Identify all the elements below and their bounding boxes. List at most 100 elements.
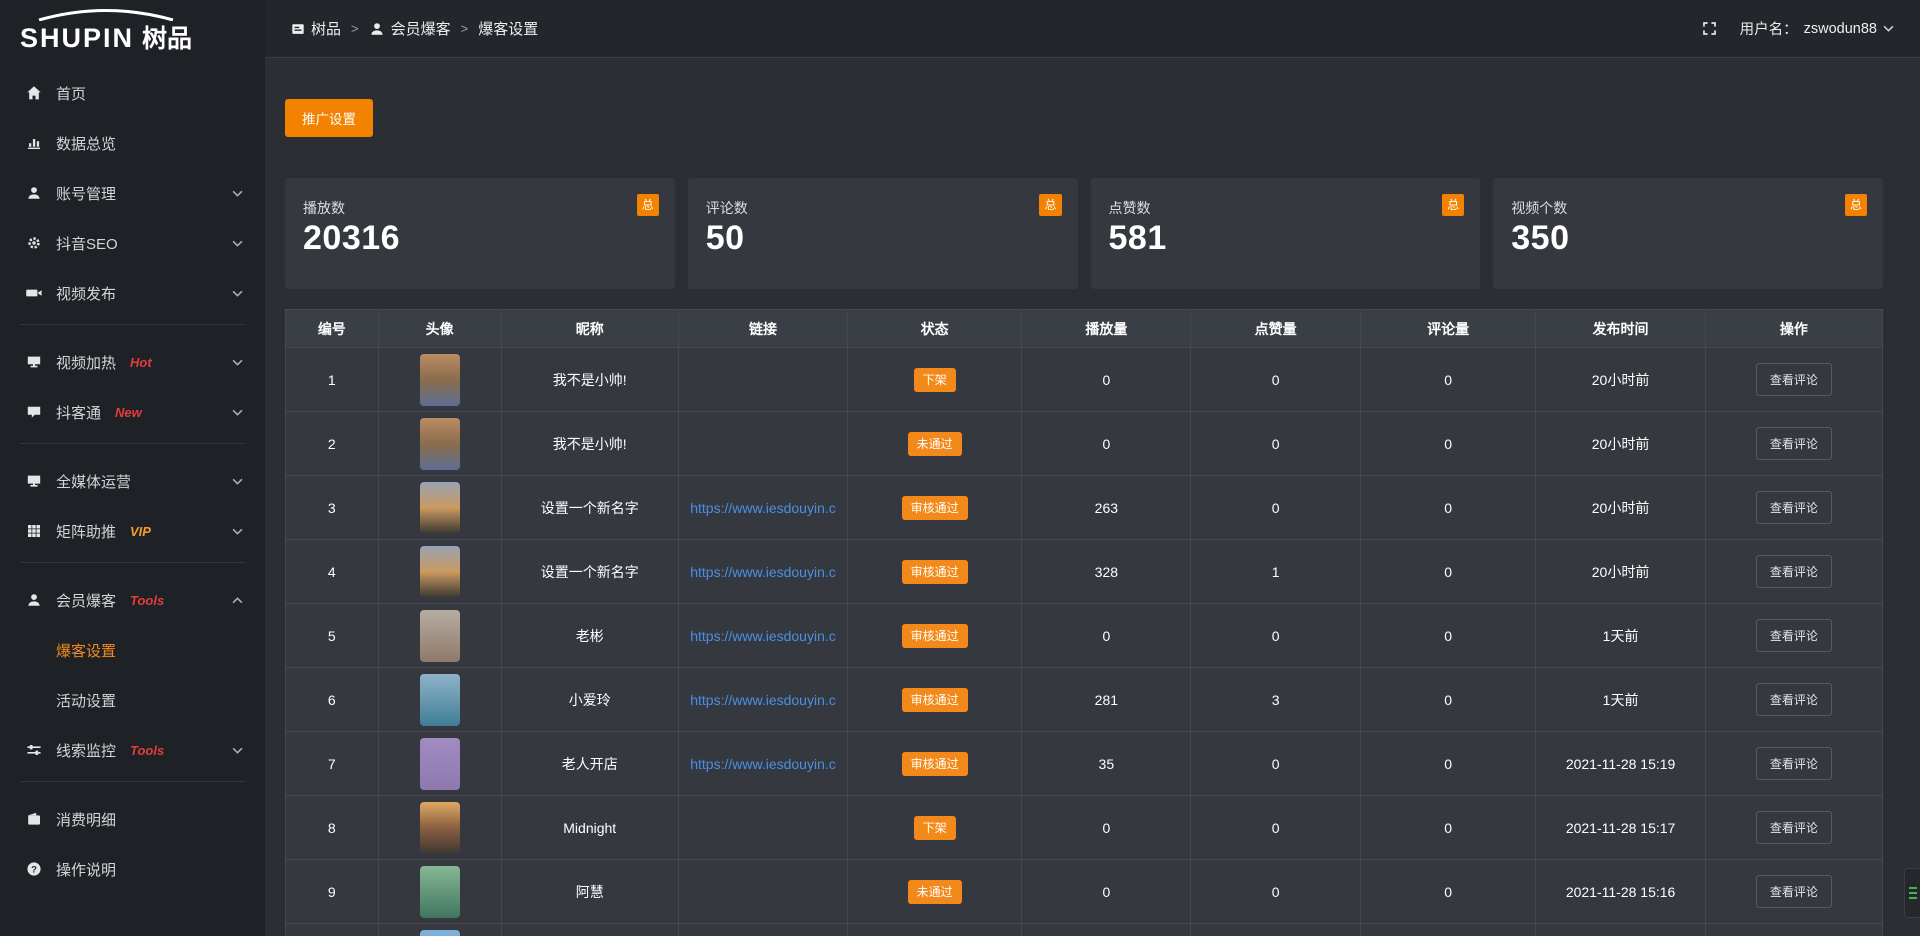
sidebar-item-account-manage[interactable]: 账号管理: [0, 168, 265, 218]
sidebar-item-label: 视频发布: [56, 283, 116, 304]
status-badge[interactable]: 审核通过: [902, 496, 968, 520]
cell-status: 审核通过: [848, 732, 1022, 796]
cell-nickname: [501, 924, 678, 936]
sidebar-subitem-baoke-settings[interactable]: 爆客设置: [0, 625, 265, 675]
cell-comments: 0: [1360, 604, 1536, 668]
cell-time: 2021-11-28 15:16: [1536, 860, 1705, 924]
sidebar-item-matrix-boost[interactable]: 矩阵助推VIP: [0, 506, 265, 556]
cell-status: 下架: [848, 796, 1022, 860]
sidebar-nav: 首页数据总览账号管理抖音SEO 视频发布视频加热Hot抖客通New 全媒体运营矩阵助…: [0, 64, 265, 894]
avatar: [420, 354, 460, 406]
chevron-down-icon: [232, 528, 243, 535]
cell-action: 查看评论: [1705, 348, 1882, 412]
sidebar-item-label: 抖客通: [56, 402, 101, 423]
breadcrumb-separator: >: [461, 21, 469, 36]
table-row: 5老彬https://www.iesdouyin.c审核通过0001天前查看评论: [286, 604, 1883, 668]
view-comments-button[interactable]: 查看评论: [1756, 683, 1832, 716]
sidebar-item-label: 数据总览: [56, 133, 116, 154]
sidebar-submenu: 爆客设置活动设置: [0, 625, 265, 725]
sidebar-item-member-baoke[interactable]: 会员爆客Tools: [0, 575, 265, 625]
cell-time: 1天前: [1536, 604, 1705, 668]
cell-status: 下架: [848, 348, 1022, 412]
column-header-3: 链接: [678, 310, 847, 348]
view-comments-button[interactable]: 查看评论: [1756, 363, 1832, 396]
status-badge[interactable]: 下架: [914, 816, 956, 840]
sidebar-item-media-operation[interactable]: 全媒体运营: [0, 456, 265, 506]
cell-link: [678, 412, 847, 476]
total-badge: 总: [1442, 194, 1464, 216]
cell-likes: 0: [1191, 860, 1360, 924]
sidebar-item-operation-help[interactable]: ?操作说明: [0, 844, 265, 894]
sidebar-item-video-heat[interactable]: 视频加热Hot: [0, 337, 265, 387]
cell-id: 3: [286, 476, 379, 540]
cell-link: [678, 924, 847, 936]
cell-likes: 0: [1191, 348, 1360, 412]
username-menu[interactable]: 用户名：zswodun88: [1740, 18, 1894, 39]
sidebar-item-label: 全媒体运营: [56, 471, 131, 492]
fullscreen-icon[interactable]: [1701, 20, 1718, 37]
view-comments-button[interactable]: 查看评论: [1756, 747, 1832, 780]
video-link[interactable]: https://www.iesdouyin.c: [690, 692, 836, 708]
cell-status: 审核通过: [848, 604, 1022, 668]
cell-time: 20小时前: [1536, 348, 1705, 412]
sidebar-item-douketong[interactable]: 抖客通New: [0, 387, 265, 437]
cell-comments: 0: [1360, 476, 1536, 540]
view-comments-button[interactable]: 查看评论: [1756, 875, 1832, 908]
breadcrumb-item-2[interactable]: 爆客设置: [478, 18, 538, 39]
sidebar-item-consume-detail[interactable]: 消费明细: [0, 794, 265, 844]
view-comments-button[interactable]: 查看评论: [1756, 427, 1832, 460]
status-badge[interactable]: 下架: [914, 368, 956, 392]
cell-link: https://www.iesdouyin.c: [678, 540, 847, 604]
cell-likes: 0: [1191, 412, 1360, 476]
stat-card-label: 评论数: [706, 198, 1060, 218]
breadcrumb-item-1[interactable]: 会员爆客: [369, 18, 451, 39]
sidebar-item-label: 会员爆客: [56, 590, 116, 611]
video-link[interactable]: https://www.iesdouyin.c: [690, 500, 836, 516]
status-badge[interactable]: 未通过: [908, 432, 962, 456]
table-row: 1我不是小帅!下架00020小时前查看评论: [286, 348, 1883, 412]
topbar-right: 用户名：zswodun88: [1701, 18, 1894, 39]
view-comments-button[interactable]: 查看评论: [1756, 491, 1832, 524]
status-badge[interactable]: 审核通过: [902, 560, 968, 584]
sidebar-item-douyin-seo[interactable]: 抖音SEO: [0, 218, 265, 268]
floating-widget[interactable]: [1904, 868, 1920, 918]
cell-link: https://www.iesdouyin.c: [678, 732, 847, 796]
cell-action: 查看评论: [1705, 476, 1882, 540]
cell-nickname: 阿慧: [501, 860, 678, 924]
wallet-icon: [25, 811, 43, 827]
status-badge[interactable]: 审核通过: [902, 624, 968, 648]
video-link[interactable]: https://www.iesdouyin.c: [690, 628, 836, 644]
view-comments-button[interactable]: 查看评论: [1756, 619, 1832, 652]
view-comments-button[interactable]: 查看评论: [1756, 811, 1832, 844]
sidebar-item-home[interactable]: 首页: [0, 68, 265, 118]
video-link[interactable]: https://www.iesdouyin.c: [690, 756, 836, 772]
logo-inner: SHUPIN 树品: [20, 9, 192, 55]
sidebar-subitem-activity-settings[interactable]: 活动设置: [0, 675, 265, 725]
sidebar-item-clue-monitor[interactable]: 线索监控Tools: [0, 725, 265, 775]
cell-likes: [1191, 924, 1360, 936]
chevron-down-icon: [1883, 25, 1894, 32]
cell-action: 查看评论: [1705, 604, 1882, 668]
column-header-1: 头像: [378, 310, 501, 348]
view-comments-button[interactable]: 查看评论: [1756, 555, 1832, 588]
cell-id: 5: [286, 604, 379, 668]
video-link[interactable]: https://www.iesdouyin.c: [690, 564, 836, 580]
status-badge[interactable]: 审核通过: [902, 688, 968, 712]
sidebar-item-video-publish[interactable]: 视频发布: [0, 268, 265, 318]
promo-settings-button[interactable]: 推广设置: [285, 99, 373, 137]
breadcrumb-item-0[interactable]: 树品: [291, 18, 341, 39]
breadcrumb-separator: >: [351, 21, 359, 36]
cell-avatar: [378, 476, 501, 540]
cell-link: [678, 348, 847, 412]
stat-card-1: 评论数50总: [688, 178, 1078, 289]
status-badge[interactable]: 审核通过: [902, 752, 968, 776]
column-header-9: 操作: [1705, 310, 1882, 348]
sidebar-divider: [20, 562, 245, 563]
stat-card-value: 50: [706, 219, 1060, 258]
sidebar-item-data-overview[interactable]: 数据总览: [0, 118, 265, 168]
cell-avatar: [378, 604, 501, 668]
logo[interactable]: SHUPIN 树品: [0, 0, 265, 64]
status-badge[interactable]: 未通过: [908, 880, 962, 904]
cell-plays: 0: [1022, 348, 1191, 412]
cell-action: 查看评论: [1705, 732, 1882, 796]
